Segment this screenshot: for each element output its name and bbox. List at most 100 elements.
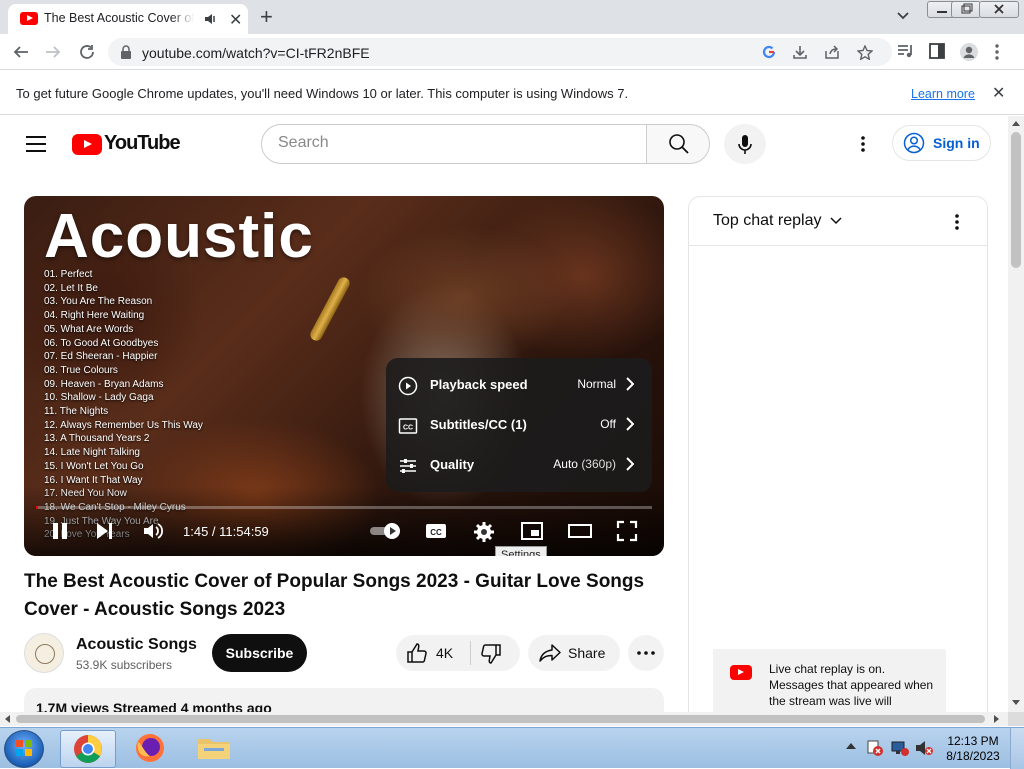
system-clock[interactable]: 12:13 PM 8/18/2023 — [944, 734, 1002, 764]
back-arrow-icon[interactable] — [12, 43, 30, 61]
like-dislike-group: 4K — [396, 635, 520, 671]
scroll-down-icon[interactable] — [1012, 700, 1020, 706]
subtitles-icon[interactable]: CC — [424, 520, 448, 542]
svg-text:CC: CC — [403, 425, 413, 432]
like-icon[interactable] — [406, 642, 428, 664]
infobar-message: To get future Google Chrome updates, you… — [16, 86, 629, 101]
like-count[interactable]: 4K — [436, 645, 453, 661]
microphone-graphic — [308, 275, 352, 343]
song-list-item: 15. I Won't Let You Go — [44, 460, 144, 472]
scroll-up-icon[interactable] — [1012, 120, 1020, 126]
media-controls-icon[interactable] — [897, 43, 915, 59]
clock-time: 12:13 PM — [947, 734, 999, 748]
tab-title: The Best Acoustic Cover of Popular Songs… — [44, 11, 194, 25]
youtube-favicon-icon — [20, 12, 38, 25]
more-actions-button[interactable] — [628, 635, 664, 671]
progress-bar[interactable] — [36, 506, 652, 509]
search-field[interactable] — [261, 124, 647, 164]
next-icon[interactable] — [94, 520, 116, 542]
sign-in-button[interactable]: Sign in — [892, 125, 991, 161]
youtube-logo-icon[interactable] — [72, 134, 102, 155]
autoplay-toggle[interactable] — [368, 520, 404, 542]
learn-more-link[interactable]: Learn more — [911, 87, 975, 101]
audio-playing-icon[interactable] — [204, 12, 218, 26]
quality-sliders-icon — [398, 456, 418, 476]
hamburger-menu-icon[interactable] — [26, 136, 46, 157]
player-controls: 1:45 / 11:54:59 CC — [24, 514, 664, 550]
song-list-item: 05. What Are Words — [44, 323, 134, 335]
window-close-button[interactable] — [979, 1, 1019, 18]
browser-tab-strip: The Best Acoustic Cover of Popular Songs… — [0, 0, 1024, 34]
song-list-item: 02. Let It Be — [44, 282, 98, 294]
voice-search-button[interactable] — [724, 124, 766, 164]
tab-close-icon[interactable]: ✕ — [229, 10, 242, 30]
side-panel-icon[interactable] — [929, 43, 945, 59]
scroll-left-icon[interactable] — [4, 715, 10, 723]
chat-mode-dropdown[interactable]: Top chat replay — [713, 212, 842, 230]
video-player[interactable]: Acoustic 01. Perfect 02. Let It Be 03. You… — [24, 196, 664, 556]
lock-icon[interactable] — [120, 45, 132, 59]
taskbar-chrome-icon[interactable] — [60, 730, 116, 768]
settings-gear-icon[interactable] — [472, 520, 496, 544]
youtube-header: YouTube Sign in — [0, 116, 1008, 172]
live-chat-panel: Top chat replay — [688, 196, 988, 716]
chat-options-icon[interactable] — [953, 213, 961, 231]
browser-tab[interactable]: The Best Acoustic Cover of Popular Songs… — [8, 4, 248, 34]
fullscreen-icon[interactable] — [616, 520, 638, 542]
chrome-menu-icon[interactable] — [994, 43, 1000, 61]
song-list-item: 13. A Thousand Years 2 — [44, 433, 150, 445]
taskbar-firefox-icon[interactable] — [122, 730, 178, 768]
channel-name[interactable]: Acoustic Songs — [76, 636, 197, 654]
dislike-icon[interactable] — [480, 643, 502, 665]
share-label: Share — [568, 645, 606, 661]
search-input[interactable] — [278, 134, 628, 152]
bookmark-star-icon[interactable] — [857, 45, 873, 60]
playback-speed-item[interactable]: Playback speed Normal — [386, 365, 652, 405]
miniplayer-icon[interactable] — [520, 520, 544, 542]
window-restore-button[interactable] — [951, 1, 981, 18]
svg-text:CC: CC — [430, 528, 442, 537]
profile-avatar-icon[interactable] — [960, 43, 978, 61]
progress-fill — [36, 506, 38, 509]
chat-replay-message: Live chat replay is on. Messages that ap… — [769, 662, 934, 708]
subtitles-menu-icon: CC — [398, 416, 418, 436]
subtitles-value: Off — [600, 417, 616, 431]
song-list-item: 14. Late Night Talking — [44, 447, 140, 459]
install-app-icon[interactable] — [792, 45, 808, 59]
show-desktop-button[interactable] — [1010, 728, 1024, 769]
new-tab-button[interactable]: + — [260, 4, 273, 30]
song-list-item: 04. Right Here Waiting — [44, 310, 145, 322]
horizontal-scroll-thumb[interactable] — [16, 715, 985, 723]
vertical-scroll-thumb[interactable] — [1011, 132, 1021, 268]
scroll-right-icon[interactable] — [994, 715, 1000, 723]
infobar-close-icon[interactable]: ✕ — [992, 83, 1005, 103]
search-button[interactable] — [646, 124, 710, 164]
address-bar[interactable]: youtube.com/watch?v=CI-tFR2nBFE — [108, 38, 892, 66]
share-page-icon[interactable] — [824, 45, 840, 59]
theater-mode-icon[interactable] — [567, 520, 593, 542]
google-lens-icon[interactable] — [762, 45, 776, 59]
show-hidden-icons[interactable] — [846, 742, 856, 750]
action-center-icon[interactable] — [866, 739, 884, 757]
tab-search-icon[interactable] — [896, 9, 910, 23]
subscribe-button[interactable]: Subscribe — [212, 634, 307, 672]
quality-item[interactable]: Quality Auto (360p) — [386, 445, 652, 485]
forward-arrow-icon[interactable] — [44, 43, 62, 61]
more-options-icon[interactable] — [858, 134, 868, 154]
volume-icon[interactable] — [142, 520, 164, 542]
subscriber-count: 53.9K subscribers — [76, 658, 173, 672]
volume-muted-icon[interactable] — [914, 739, 934, 757]
taskbar-explorer-icon[interactable] — [186, 730, 242, 768]
horizontal-scrollbar[interactable] — [0, 712, 1008, 726]
channel-avatar[interactable] — [24, 633, 64, 673]
share-button[interactable]: Share — [528, 635, 620, 671]
chat-header: Top chat replay — [689, 197, 987, 246]
network-icon[interactable] — [890, 739, 910, 757]
start-button[interactable] — [4, 730, 44, 768]
vertical-scrollbar[interactable] — [1008, 116, 1024, 712]
subtitles-label: Subtitles/CC (1) — [430, 417, 527, 432]
subtitles-item[interactable]: CC Subtitles/CC (1) Off — [386, 405, 652, 445]
youtube-logo-text[interactable]: YouTube — [104, 132, 181, 155]
pause-icon[interactable] — [50, 520, 70, 542]
reload-icon[interactable] — [78, 43, 96, 61]
